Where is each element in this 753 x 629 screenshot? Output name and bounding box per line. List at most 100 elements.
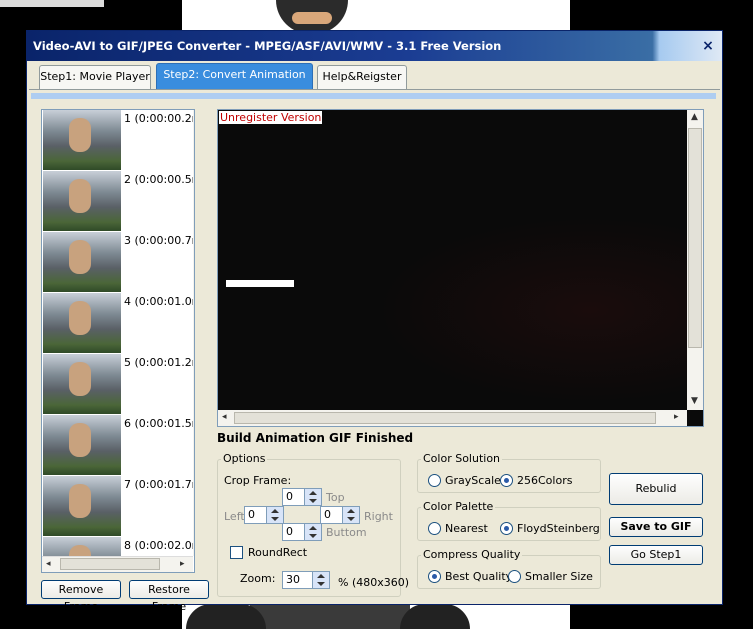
frame-label: 1 (0:00:00.2m [124, 112, 195, 125]
frame-thumbnail [43, 415, 121, 475]
frame-item[interactable]: 1 (0:00:00.2m [42, 110, 194, 171]
frame-item[interactable]: 5 (0:00:01.2m [42, 354, 194, 415]
best-quality-radio[interactable] [428, 570, 441, 583]
crop-top-stepper[interactable]: 0 [282, 488, 322, 506]
frame-thumbnail [43, 110, 121, 170]
frame-label: 8 (0:00:02.0m [124, 539, 195, 552]
color-palette-group: Color Palette Nearest FloydSteinberg [417, 500, 601, 541]
remove-frame-button[interactable]: Remove Frame [41, 580, 121, 613]
rebuild-button[interactable]: Rebulid [609, 473, 703, 505]
tab-help-register[interactable]: Help&Reigster [317, 65, 407, 89]
frame-label: 6 (0:00:01.5m [124, 417, 195, 430]
frame-label: 2 (0:00:00.5m [124, 173, 195, 186]
spin-arrows-icon[interactable] [342, 507, 359, 523]
scroll-right-icon[interactable]: ▸ [674, 412, 679, 422]
nearest-radio[interactable] [428, 522, 441, 535]
desktop-mascot-foot-right [400, 604, 470, 629]
preview-mini-watermark [226, 280, 294, 287]
preview-vscroll-thumb[interactable] [688, 128, 702, 348]
zoom-value: 30 [286, 573, 300, 586]
restore-frame-button[interactable]: Restore Frame [129, 580, 209, 613]
frame-item[interactable]: 6 (0:00:01.5m [42, 415, 194, 476]
grayscale-label: GrayScale [445, 474, 501, 487]
spin-arrows-icon[interactable] [304, 524, 321, 540]
frame-item[interactable]: 4 (0:00:01.0m [42, 293, 194, 354]
zoom-stepper[interactable]: 30 [282, 571, 330, 589]
go-step1-button[interactable]: Go Step1 [609, 545, 703, 565]
options-title: Options [221, 452, 268, 465]
desktop-mascot-face [292, 12, 332, 24]
window-title: Video-AVI to GIF/JPEG Converter - MPEG/A… [33, 39, 502, 53]
frame-thumbnail [43, 354, 121, 414]
tab-convert-gif[interactable]: Step2: Convert Animation GIF [156, 63, 313, 103]
frame-thumbnail [43, 171, 121, 231]
floydsteinberg-radio[interactable] [500, 522, 513, 535]
scroll-down-icon[interactable]: ▼ [691, 396, 698, 406]
gif-preview[interactable]: Unregister Version ▲ ▼ ◂ ▸ [217, 109, 704, 427]
scroll-up-icon[interactable]: ▲ [691, 112, 698, 122]
frame-item[interactable]: 2 (0:00:00.5m [42, 171, 194, 232]
unregistered-watermark: Unregister Version [219, 111, 323, 124]
crop-left-value: 0 [248, 508, 255, 521]
smaller-size-label: Smaller Size [525, 570, 593, 583]
smaller-size-radio[interactable] [508, 570, 521, 583]
floydsteinberg-label: FloydSteinberg [517, 522, 600, 535]
frame-list[interactable]: 1 (0:00:00.2m 2 (0:00:00.5m 3 (0:00:00.7… [41, 109, 195, 573]
compress-quality-title: Compress Quality [421, 548, 523, 561]
crop-bottom-label: Buttom [326, 526, 367, 539]
crop-right-label: Right [364, 510, 393, 523]
panel-accent-strip [31, 93, 716, 99]
zoom-size-label: % (480x360) [338, 576, 410, 589]
crop-left-stepper[interactable]: 0 [244, 506, 284, 524]
crop-right-stepper[interactable]: 0 [320, 506, 360, 524]
frame-thumbnail [43, 293, 121, 353]
frame-label: 4 (0:00:01.0m [124, 295, 195, 308]
zoom-label: Zoom: [240, 572, 276, 585]
preview-image [338, 200, 698, 420]
scroll-right-icon[interactable]: ▸ [180, 559, 185, 569]
desktop-mascot-body [250, 604, 410, 629]
frame-list-hscroll-thumb[interactable] [60, 558, 160, 570]
spin-arrows-icon[interactable] [266, 507, 283, 523]
crop-top-value: 0 [286, 490, 293, 503]
spin-arrows-icon[interactable] [304, 489, 321, 505]
compress-quality-group: Compress Quality Best Quality Smaller Si… [417, 548, 601, 589]
options-group: Options Crop Frame: 0 Top Left 0 0 Right… [217, 452, 409, 597]
color-solution-title: Color Solution [421, 452, 503, 465]
color-solution-group: Color Solution GrayScale 256Colors [417, 452, 601, 493]
preview-hscroll-thumb[interactable] [234, 412, 656, 424]
spin-arrows-icon[interactable] [312, 572, 329, 588]
crop-frame-label: Crop Frame: [224, 474, 292, 487]
frame-label: 7 (0:00:01.7m [124, 478, 195, 491]
frame-thumbnail [43, 476, 121, 536]
crop-top-label: Top [326, 491, 345, 504]
crop-bottom-value: 0 [286, 525, 293, 538]
tab-movie-player[interactable]: Step1: Movie Player [39, 65, 151, 89]
scroll-left-icon[interactable]: ◂ [46, 559, 51, 569]
frame-item[interactable]: 7 (0:00:01.7m [42, 476, 194, 537]
frame-label: 5 (0:00:01.2m [124, 356, 195, 369]
close-icon[interactable]: × [699, 37, 717, 55]
frame-list-vscroll-thumb[interactable] [194, 128, 195, 210]
grayscale-radio[interactable] [428, 474, 441, 487]
color-palette-title: Color Palette [421, 500, 496, 513]
frame-thumbnail [43, 232, 121, 292]
nearest-label: Nearest [445, 522, 488, 535]
frame-label: 3 (0:00:00.7m [124, 234, 195, 247]
roundrect-label: RoundRect [248, 546, 308, 559]
crop-bottom-stepper[interactable]: 0 [282, 523, 322, 541]
256colors-radio[interactable] [500, 474, 513, 487]
crop-right-value: 0 [324, 508, 331, 521]
desktop-fragment [0, 0, 104, 7]
frame-item[interactable]: 3 (0:00:00.7m [42, 232, 194, 293]
desktop-mascot-foot-left [186, 604, 266, 629]
converter-window: Video-AVI to GIF/JPEG Converter - MPEG/A… [26, 30, 723, 613]
roundrect-checkbox[interactable] [230, 546, 243, 559]
best-quality-label: Best Quality [445, 570, 513, 583]
title-bar[interactable]: Video-AVI to GIF/JPEG Converter - MPEG/A… [27, 31, 722, 61]
scroll-left-icon[interactable]: ◂ [222, 412, 227, 422]
crop-left-label: Left [224, 510, 245, 523]
save-to-gif-button[interactable]: Save to GIF [609, 517, 703, 537]
build-status: Build Animation GIF Finished [217, 431, 414, 445]
256colors-label: 256Colors [517, 474, 573, 487]
